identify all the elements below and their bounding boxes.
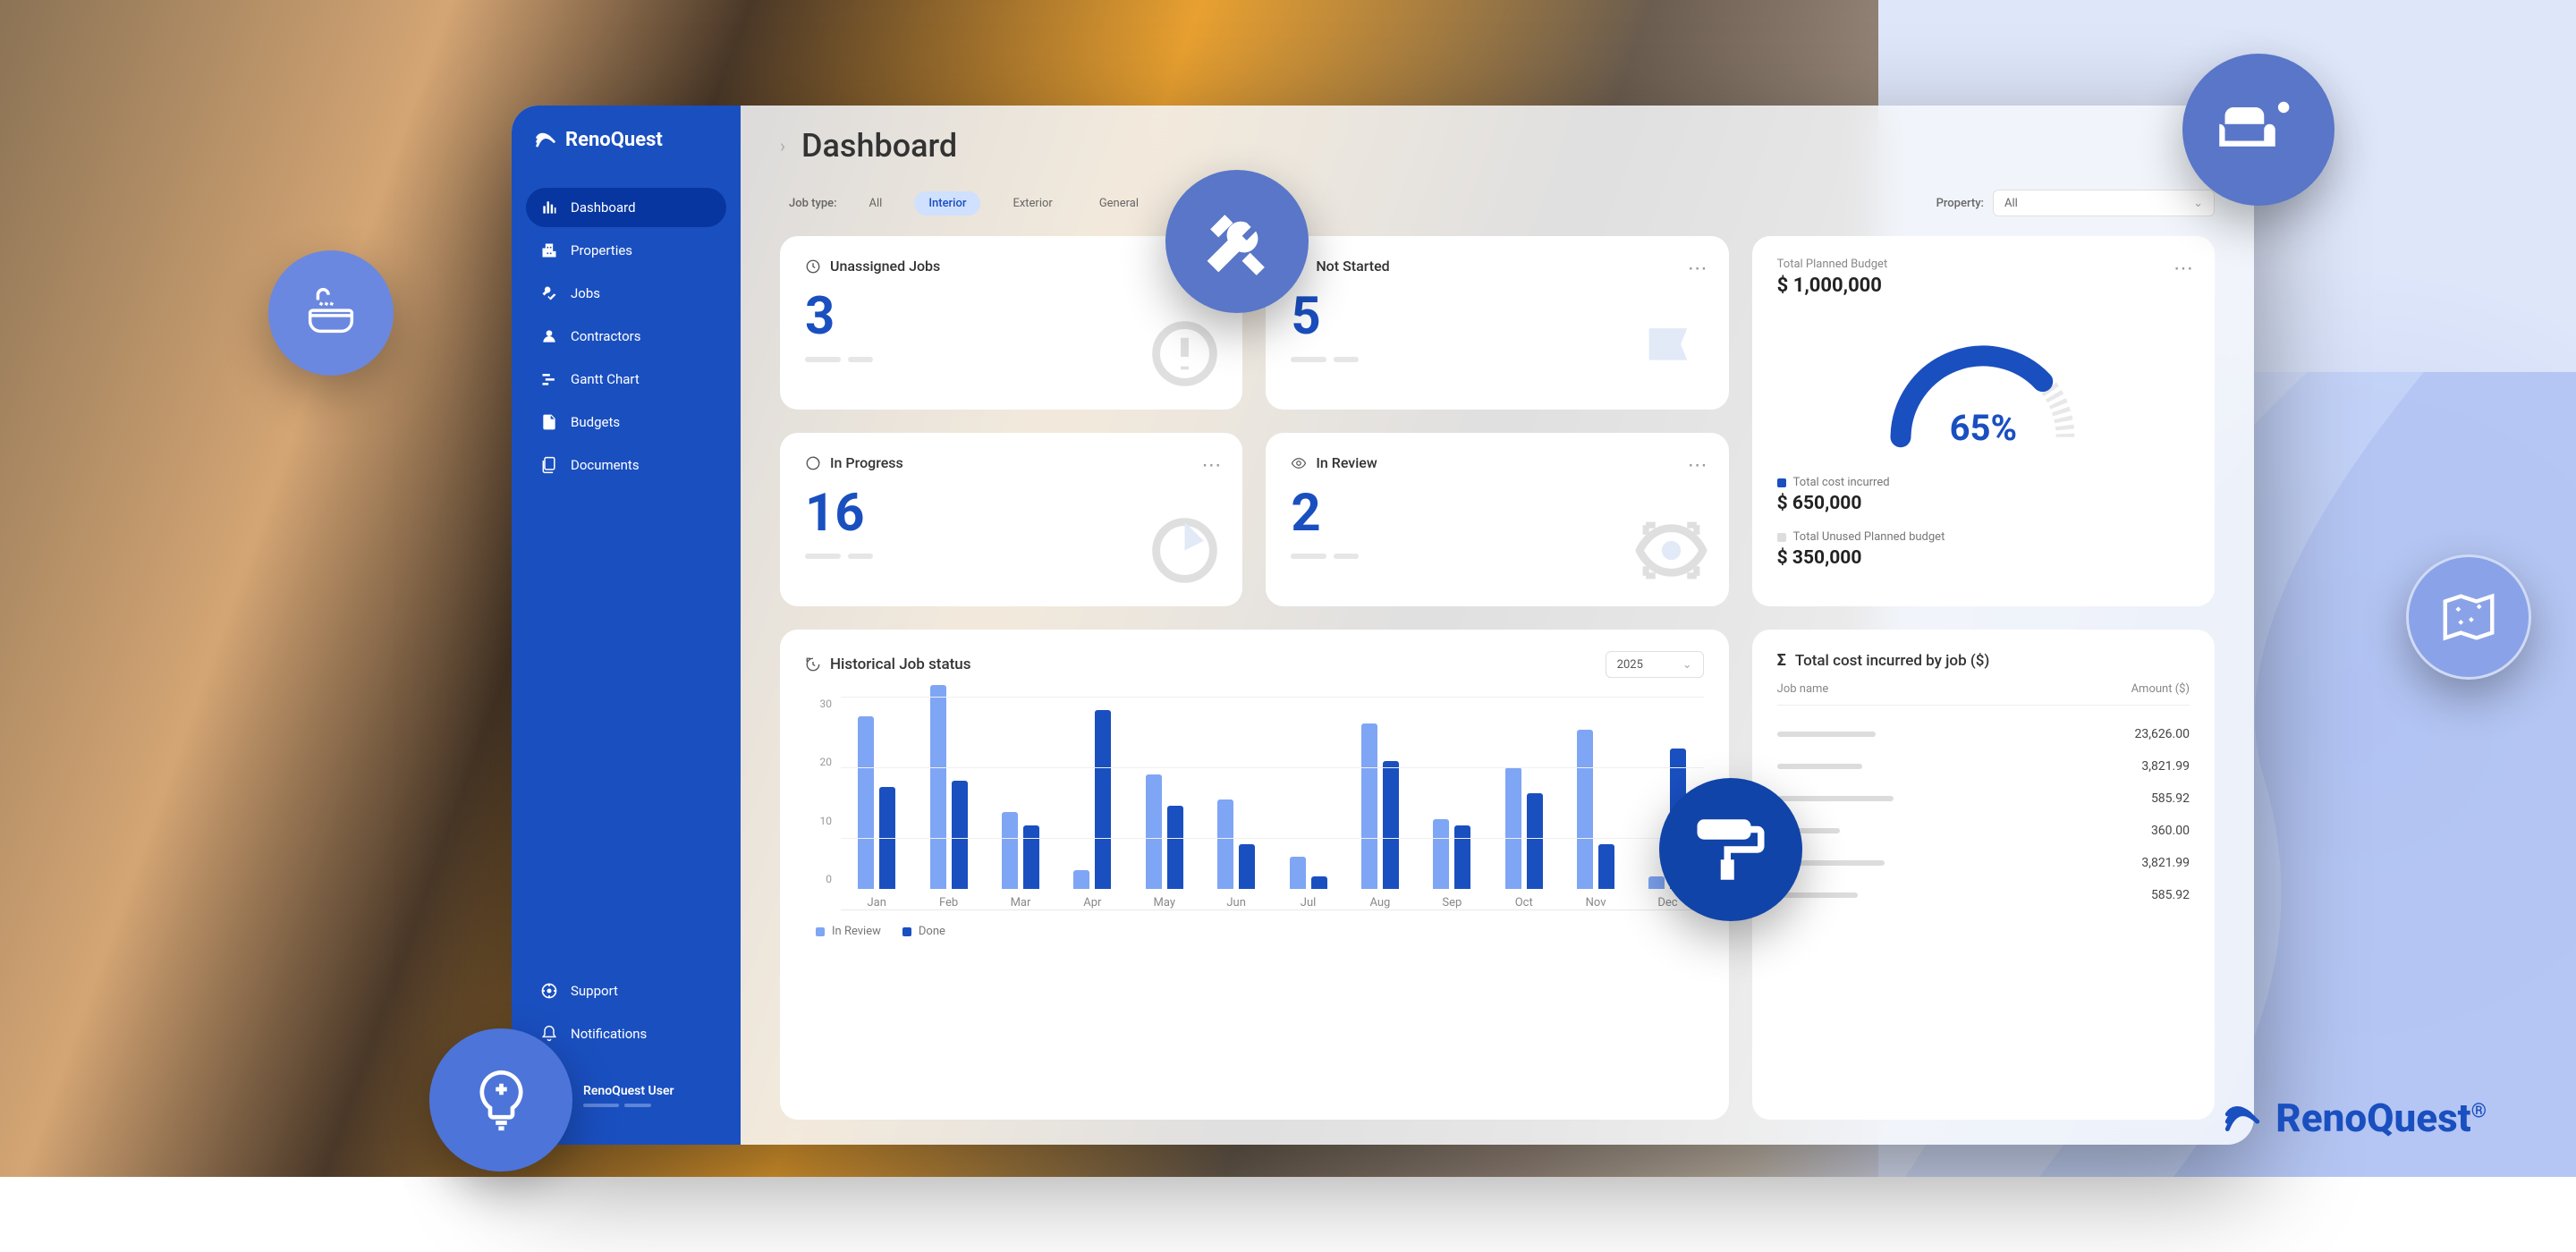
table-row: 585.92 bbox=[1777, 879, 2190, 911]
card-in-progress: In Progress ⋯ 16 bbox=[780, 433, 1242, 606]
footer-brand-logo: RenoQuest® bbox=[2220, 1095, 2487, 1141]
year-select[interactable]: 2025⌄ bbox=[1606, 651, 1704, 678]
nav-contractors[interactable]: Contractors bbox=[526, 317, 726, 356]
app-window: RenoQuest Dashboard Properties Jobs Cont… bbox=[512, 106, 2254, 1145]
filter-exterior[interactable]: Exterior bbox=[998, 191, 1066, 216]
property-select[interactable]: All ⌄ bbox=[1993, 190, 2215, 216]
nav-primary: Dashboard Properties Jobs Contractors Ga… bbox=[526, 188, 726, 485]
decor-bulb-icon bbox=[429, 1028, 572, 1172]
nav-gantt[interactable]: Gantt Chart bbox=[526, 360, 726, 399]
eye-icon bbox=[1291, 455, 1307, 471]
nav-budgets[interactable]: Budgets bbox=[526, 402, 726, 442]
decor-bath-icon bbox=[268, 250, 394, 376]
brand-name: RenoQuest bbox=[565, 129, 663, 151]
nav-documents[interactable]: Documents bbox=[526, 445, 726, 485]
clock-icon bbox=[805, 258, 821, 275]
user-name: RenoQuest User bbox=[583, 1084, 674, 1098]
table-row: 23,626.00 bbox=[1777, 718, 2190, 750]
table-row: 3,821.99 bbox=[1777, 750, 2190, 782]
nav-dashboard[interactable]: Dashboard bbox=[526, 188, 726, 227]
card-not-started: Not Started ⋯ 5 bbox=[1266, 236, 1728, 410]
main-content: › Dashboard Job type: All Interior Exter… bbox=[741, 106, 2254, 1145]
decor-sofa-icon bbox=[2182, 54, 2334, 206]
nav-notifications[interactable]: Notifications bbox=[526, 1014, 726, 1053]
card-cost-by-job: ΣTotal cost incurred by job ($) Job name… bbox=[1752, 630, 2215, 1120]
filter-general[interactable]: General bbox=[1085, 191, 1153, 216]
table-row: 360.00 bbox=[1777, 815, 2190, 847]
brand-mark-icon bbox=[533, 127, 558, 152]
decor-tools-icon bbox=[1165, 170, 1309, 313]
nav-properties[interactable]: Properties bbox=[526, 231, 726, 270]
progress-icon bbox=[805, 455, 821, 471]
chevron-right-icon: › bbox=[780, 135, 785, 156]
history-icon bbox=[805, 656, 821, 673]
filter-bar: Job type: All Interior Exterior General … bbox=[780, 190, 2215, 216]
page-title: Dashboard bbox=[801, 127, 957, 165]
alert-circle-icon bbox=[1147, 316, 1223, 395]
eye-bg-icon bbox=[1633, 512, 1709, 592]
breadcrumb: › Dashboard bbox=[780, 127, 2215, 165]
nav-jobs[interactable]: Jobs bbox=[526, 274, 726, 313]
card-menu-button[interactable]: ⋯ bbox=[1688, 258, 1709, 280]
budget-gauge: 65% bbox=[1777, 333, 2190, 449]
decor-paint-roller-icon bbox=[1659, 778, 1802, 921]
card-menu-button[interactable]: ⋯ bbox=[1688, 454, 1709, 477]
table-row: 585.92 bbox=[1777, 782, 2190, 815]
nav-support[interactable]: Support bbox=[526, 971, 726, 1011]
card-menu-button[interactable]: ⋯ bbox=[2174, 258, 2195, 280]
filter-interior[interactable]: Interior bbox=[914, 191, 980, 216]
filter-all[interactable]: All bbox=[855, 191, 897, 216]
bar-chart: 3020100 JanFebMarAprMayJunJulAugSepOctNo… bbox=[805, 698, 1704, 910]
card-budget: ⋯ Total Planned Budget $ 1,000,000 65% T… bbox=[1752, 236, 2215, 606]
flag-bg-icon bbox=[1633, 316, 1709, 395]
table-row: 3,821.99 bbox=[1777, 847, 2190, 879]
sidebar: RenoQuest Dashboard Properties Jobs Cont… bbox=[512, 106, 741, 1145]
card-historical-chart: Historical Job status 2025⌄ 3020100 JanF… bbox=[780, 630, 1729, 1120]
chevron-down-icon: ⌄ bbox=[2193, 197, 2203, 210]
card-in-review: In Review ⋯ 2 bbox=[1266, 433, 1728, 606]
progress-bg-icon bbox=[1147, 512, 1223, 592]
card-menu-button[interactable]: ⋯ bbox=[1201, 454, 1223, 477]
decor-sparkle-icon bbox=[2406, 554, 2531, 680]
chevron-down-icon: ⌄ bbox=[1682, 658, 1692, 672]
brand-logo[interactable]: RenoQuest bbox=[526, 127, 726, 152]
